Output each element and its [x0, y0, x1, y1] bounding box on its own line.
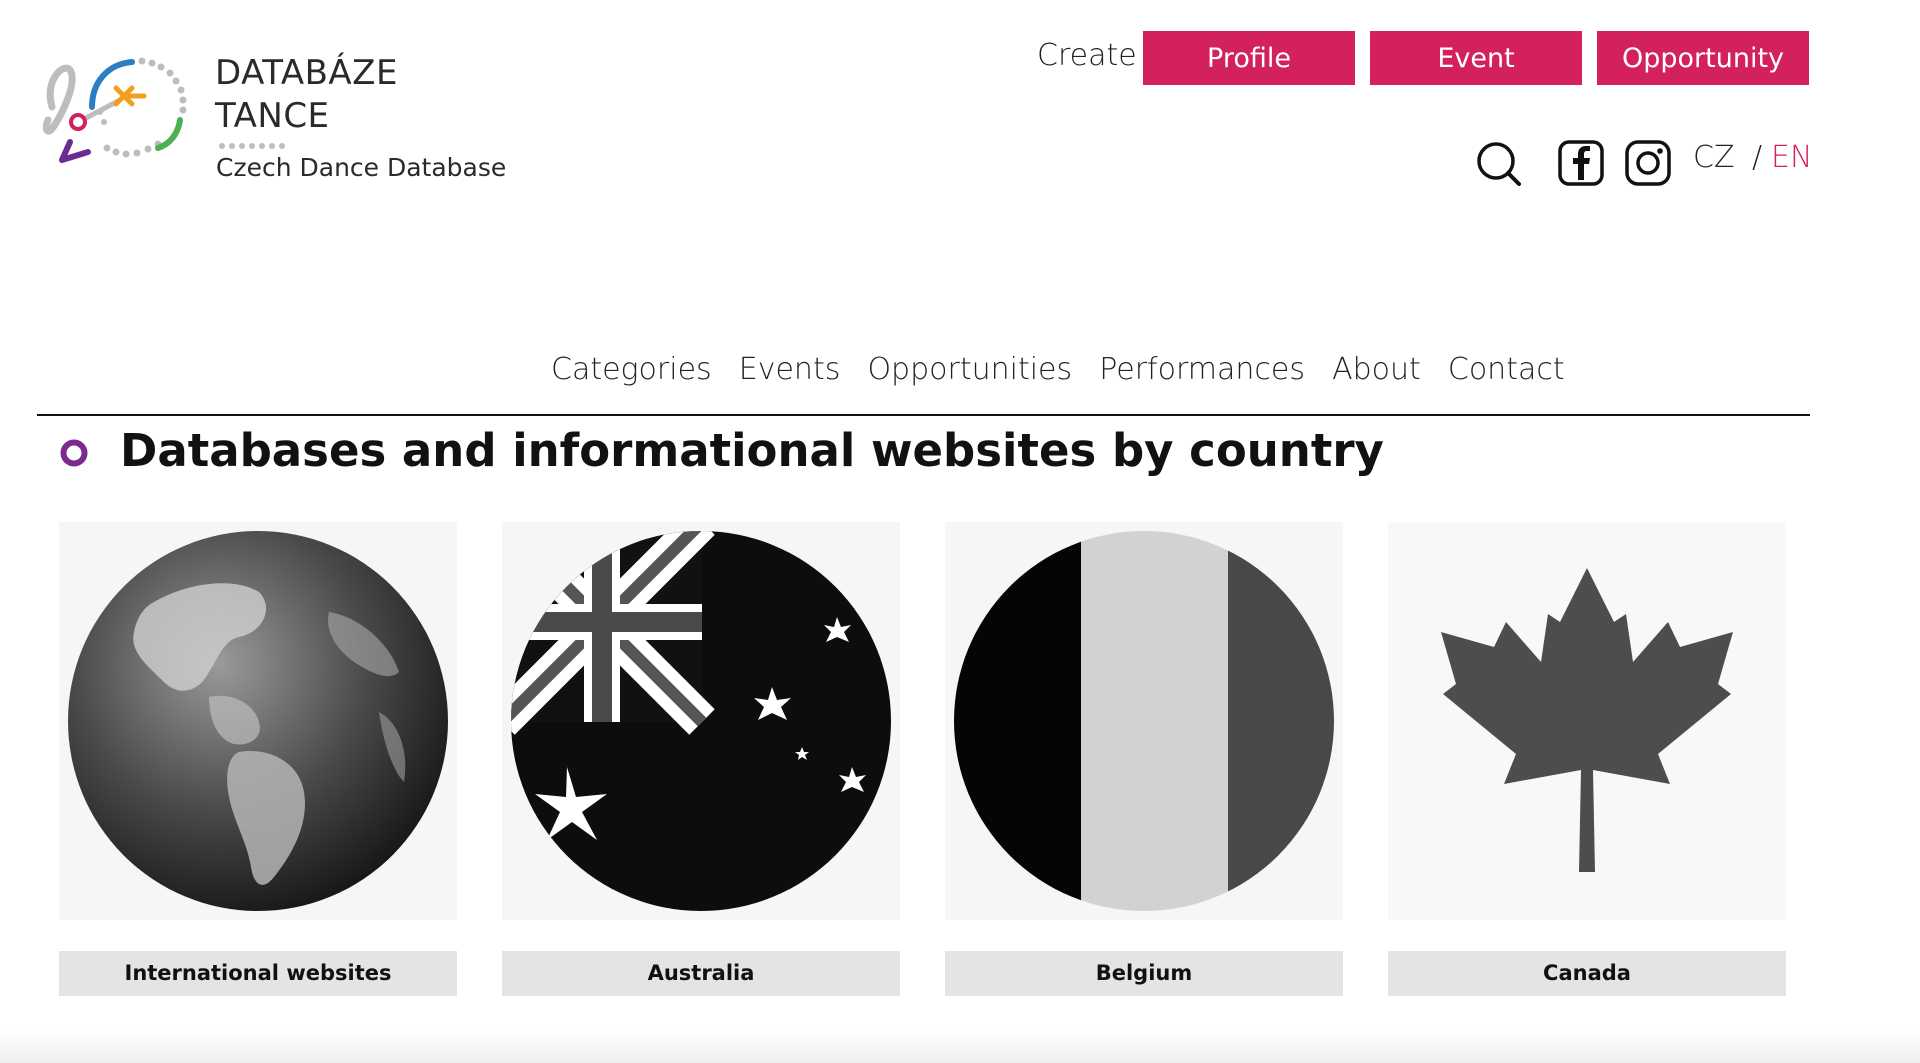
- card-image[interactable]: [502, 522, 900, 920]
- instagram-icon[interactable]: [1625, 140, 1671, 186]
- language-separator: /: [1752, 140, 1763, 175]
- search-icon[interactable]: [1475, 140, 1523, 188]
- country-card-canada[interactable]: Canada: [1388, 522, 1786, 997]
- language-en-link[interactable]: EN: [1771, 140, 1812, 175]
- page-title: Databases and informational websites by …: [120, 424, 1384, 477]
- card-label[interactable]: Australia: [502, 951, 900, 996]
- nav-about[interactable]: About: [1332, 352, 1421, 387]
- card-label[interactable]: Belgium: [945, 951, 1343, 996]
- nav-performances[interactable]: Performances: [1099, 352, 1305, 387]
- logo-title-line1: DATABÁZE: [215, 53, 398, 93]
- card-image[interactable]: [59, 522, 457, 920]
- create-profile-button[interactable]: Profile: [1143, 31, 1355, 85]
- logo-mark-icon: [42, 57, 187, 163]
- nav-contact[interactable]: Contact: [1448, 352, 1565, 387]
- logo-subtitle: Czech Dance Database: [216, 153, 507, 182]
- site-logo[interactable]: DATABÁZE TANCE Czech Dance Database: [40, 52, 506, 192]
- card-label[interactable]: International websites: [59, 951, 457, 996]
- nav-divider: [37, 414, 1810, 416]
- globe-icon: [68, 531, 448, 911]
- nav-categories[interactable]: Categories: [551, 352, 712, 387]
- create-label: Create: [1037, 38, 1137, 73]
- card-image[interactable]: [945, 522, 1343, 920]
- bottom-fade: [0, 1030, 1920, 1063]
- country-card-australia[interactable]: Australia: [502, 522, 900, 997]
- nav-events[interactable]: Events: [739, 352, 841, 387]
- australia-flag-icon: [511, 531, 891, 911]
- main-nav: Categories Events Opportunities Performa…: [540, 352, 1576, 387]
- country-card-belgium[interactable]: Belgium: [945, 522, 1343, 997]
- card-image[interactable]: [1388, 522, 1786, 920]
- maple-leaf-icon: [1388, 522, 1786, 920]
- language-cz-link[interactable]: CZ: [1693, 140, 1735, 175]
- logo-dots-decoration: [219, 143, 285, 149]
- logo-title: DATABÁZE TANCE: [215, 52, 398, 138]
- page: DATABÁZE TANCE Czech Dance Database Crea…: [0, 0, 1920, 1063]
- belgium-flag-icon: [954, 531, 1334, 911]
- nav-opportunities[interactable]: Opportunities: [867, 352, 1072, 387]
- facebook-icon[interactable]: [1558, 140, 1604, 186]
- country-card-international[interactable]: International websites: [59, 522, 457, 997]
- create-event-button[interactable]: Event: [1370, 31, 1582, 85]
- create-opportunity-button[interactable]: Opportunity: [1597, 31, 1809, 85]
- heading-ring-icon: [60, 439, 88, 467]
- card-label[interactable]: Canada: [1388, 951, 1786, 996]
- logo-title-line2: TANCE: [215, 96, 330, 136]
